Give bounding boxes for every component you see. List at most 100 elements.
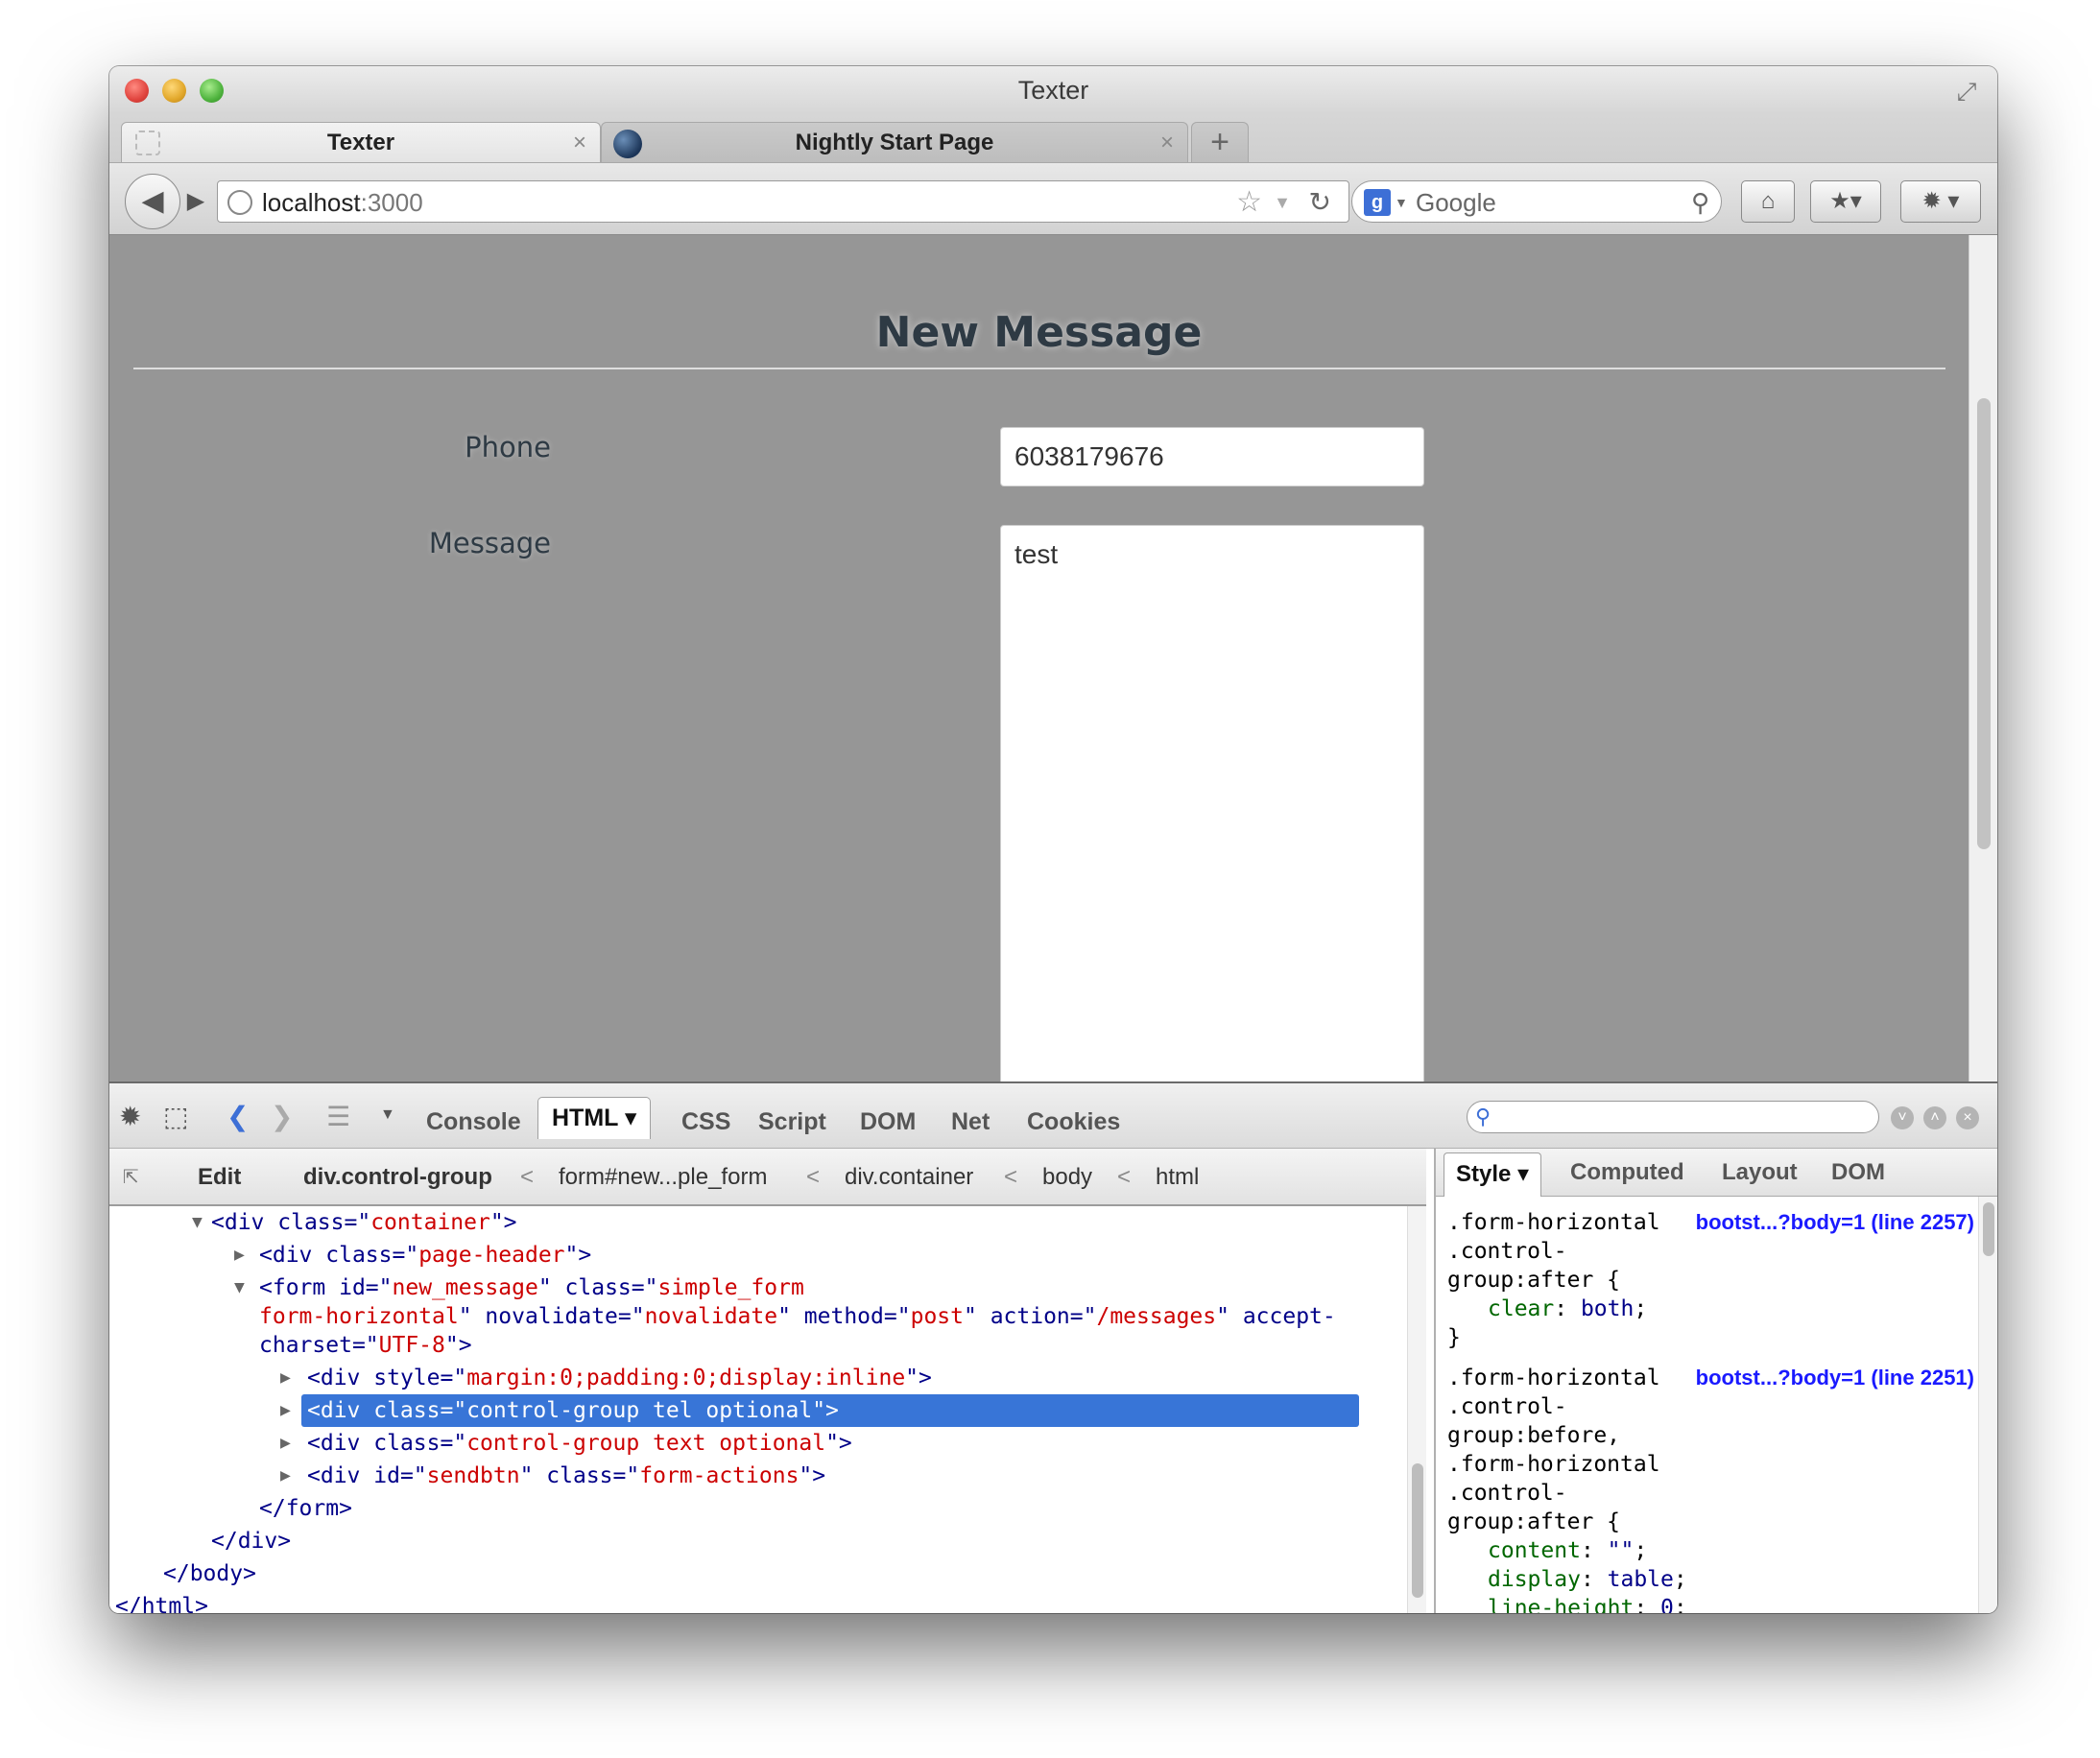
tab-texter[interactable]: Texter × [121,122,601,162]
side-tab-style[interactable]: Style ▾ [1444,1152,1542,1197]
css-selector[interactable]: .control- [1447,1479,1567,1508]
css-declaration[interactable]: line-height: 0; [1488,1594,1687,1613]
tab-label: Texter [326,130,395,155]
fb-tab-css[interactable]: CSS [681,1108,730,1136]
css-declaration[interactable]: clear: both; [1488,1295,1647,1323]
firebug-search-input[interactable]: ⚲ [1467,1101,1879,1133]
navigation-toolbar: ◀ ▶ localhost:3000 ☆ ▼ ↻ g ▼ Google ⚲ ⌂ … [109,162,1997,235]
css-selector[interactable]: group:after { [1447,1508,1620,1536]
html-tree-scrollbar[interactable] [1407,1206,1426,1613]
forward-button[interactable]: ▶ [179,184,213,219]
url-text[interactable]: localhost:3000 [262,181,423,224]
css-source-link[interactable]: bootst...?body=1 (line 2251) [1696,1364,1974,1392]
site-identity-icon[interactable] [227,190,252,215]
menu-dropdown-icon[interactable]: ▼ [380,1106,395,1124]
css-selector[interactable]: group:after { [1447,1266,1620,1295]
tree-node-close: </html> [115,1594,208,1613]
css-declaration[interactable]: display: table; [1488,1565,1687,1594]
tab-nightly-start-page[interactable]: Nightly Start Page × [601,122,1188,162]
page-header-divider [133,368,1945,369]
tree-node[interactable]: ▶ <div id="sendbtn" class="form-actions"> [280,1460,825,1492]
breadcrumb: ⇱ Edit div.control-group < form#new...pl… [109,1149,1426,1206]
list-icon[interactable]: ☰ [326,1101,350,1132]
tab-close-icon[interactable]: × [573,123,586,163]
breadcrumb-separator: < [1117,1164,1132,1190]
breadcrumb-separator: < [520,1164,535,1190]
history-dropdown-icon[interactable]: ▼ [1274,181,1291,224]
bookmarks-button[interactable]: ★▾ [1810,180,1881,223]
breadcrumb-item[interactable]: html [1156,1149,1199,1206]
url-port: :3000 [360,188,423,217]
layout-toggle-icon[interactable]: ⇱ [123,1149,139,1206]
firebug-toolbar: ✹ ⬚ ❮ ❯ ☰ ▼ Console HTML ▾ CSS Script DO… [109,1083,1997,1149]
search-icon: ⚲ [1475,1105,1491,1128]
fb-tab-dom[interactable]: DOM [860,1108,916,1136]
firebug-bug-icon[interactable]: ✹ [119,1101,141,1132]
css-declaration[interactable]: content: ""; [1488,1536,1647,1565]
back-arrow-icon[interactable]: ❮ [227,1101,249,1132]
back-button[interactable]: ◀ [125,174,180,229]
tree-node[interactable]: ▶ <div style="margin:0;padding:0;display:… [280,1362,932,1394]
minimize-window-button[interactable] [162,79,186,103]
zoom-window-button[interactable] [200,79,224,103]
css-selector[interactable]: .form-horizontal [1447,1208,1660,1237]
css-source-link[interactable]: bootst...?body=1 (line 2257) [1696,1208,1974,1237]
breadcrumb-item[interactable]: body [1042,1149,1092,1206]
breadcrumb-item[interactable]: form#new...ple_form [559,1149,767,1206]
fb-tab-console[interactable]: Console [426,1108,521,1136]
fb-tab-cookies[interactable]: Cookies [1027,1108,1120,1136]
side-tab-layout[interactable]: Layout [1722,1149,1798,1197]
tree-node[interactable]: ▶ <div class="control-group text optional… [280,1427,852,1460]
style-panel-scrollbar[interactable] [1978,1197,1997,1613]
forward-arrow-icon[interactable]: ❯ [271,1101,293,1132]
edit-button[interactable]: Edit [198,1149,241,1206]
tree-node[interactable]: ▼ <form id="new_message" class="simple_fo… [234,1271,804,1304]
search-icon[interactable]: ⚲ [1691,181,1709,224]
side-panel-tabs: Style ▾ Computed Layout DOM [1436,1149,1997,1197]
fb-tab-html[interactable]: HTML ▾ [537,1097,652,1139]
phone-field[interactable]: 6038179676 [1000,427,1424,487]
tree-node-close: </div> [211,1529,292,1554]
browser-window: Texter ⤢ Texter × Nightly Start Page × +… [109,66,1997,1613]
css-selector[interactable]: .form-horizontal [1447,1364,1660,1392]
new-tab-button[interactable]: + [1191,122,1249,162]
html-tree-scrollbar-thumb[interactable] [1412,1463,1423,1598]
css-rule-end: } [1447,1325,1461,1350]
style-panel-scrollbar-thumb[interactable] [1983,1202,1994,1256]
css-selector[interactable]: group:before, [1447,1421,1620,1450]
url-bar[interactable]: localhost:3000 ☆ ▼ ↻ [217,180,1349,223]
tree-node-continued: form-horizontal" novalidate="novalidate"… [259,1304,1336,1329]
breadcrumb-item[interactable]: div.container [845,1149,973,1206]
google-icon[interactable]: g [1364,189,1391,216]
side-tab-dom[interactable]: DOM [1831,1149,1885,1197]
tab-close-icon[interactable]: × [1160,123,1174,163]
page-scrollbar[interactable] [1969,235,1997,1081]
inspect-element-icon[interactable]: ⬚ [163,1101,188,1132]
fullscreen-icon[interactable]: ⤢ [1953,78,1980,105]
detach-panel-icon[interactable]: ˄ [1923,1106,1946,1129]
breadcrumb-item[interactable]: div.control-group [303,1149,492,1206]
tree-node-continued: charset="UTF-8"> [259,1333,472,1358]
search-bar[interactable]: g ▼ Google ⚲ [1351,180,1722,223]
css-selector[interactable]: .form-horizontal [1447,1450,1660,1479]
tree-node[interactable]: ▼ <div class="container"> [192,1206,517,1239]
bookmark-star-icon[interactable]: ☆ [1236,181,1262,224]
css-selector[interactable]: .control- [1447,1392,1567,1421]
page-scrollbar-thumb[interactable] [1977,398,1991,849]
tree-node[interactable]: ▶ <div class="page-header"> [234,1239,591,1271]
firebug-button[interactable]: ✹ ▾ [1900,180,1981,223]
fb-tab-net[interactable]: Net [951,1108,990,1136]
tree-node-selected[interactable]: ▶ <div class="control-group tel optional"… [280,1394,1359,1427]
fb-tab-script[interactable]: Script [758,1108,826,1136]
close-window-button[interactable] [125,79,149,103]
side-tab-computed[interactable]: Computed [1570,1149,1684,1197]
css-selector[interactable]: .control- [1447,1237,1567,1266]
close-panel-icon[interactable]: × [1956,1106,1979,1129]
blank-page-icon [135,131,160,155]
message-textarea[interactable]: test [1000,525,1424,1101]
minimize-panel-icon[interactable]: ˅ [1891,1106,1914,1129]
reload-icon[interactable]: ↻ [1309,181,1331,224]
message-label: Message [428,527,551,559]
engine-dropdown-icon[interactable]: ▼ [1395,181,1408,224]
home-button[interactable]: ⌂ [1741,180,1795,223]
